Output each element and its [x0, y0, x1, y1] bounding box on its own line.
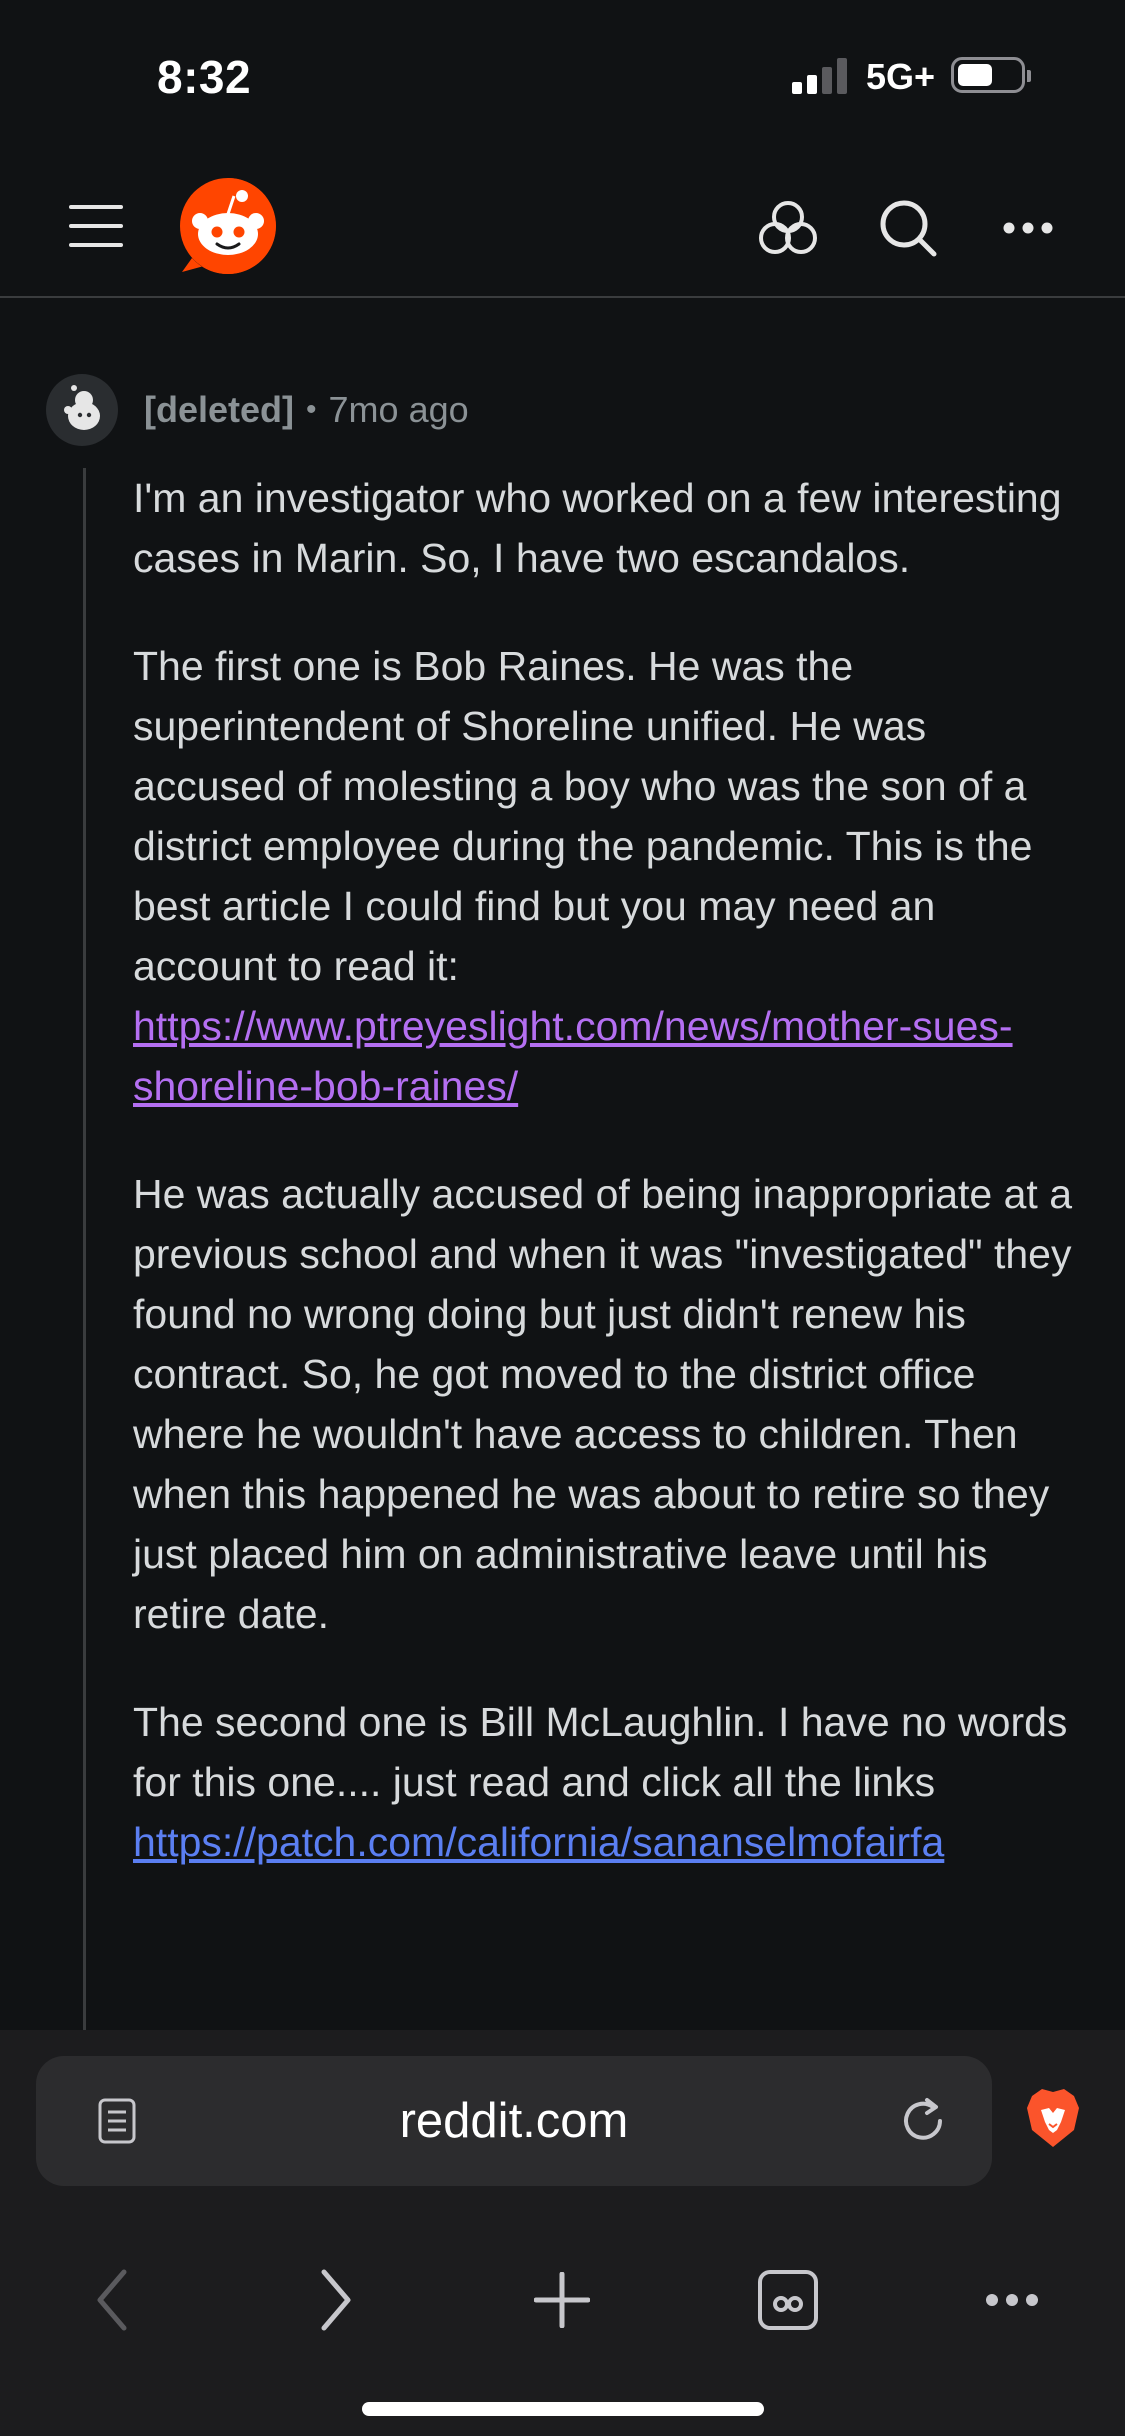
- patch-link[interactable]: https://patch.com/california/sananselmof…: [133, 1819, 944, 1865]
- search-button[interactable]: [870, 190, 946, 266]
- signal-icon: [792, 58, 852, 94]
- forward-button[interactable]: [286, 2250, 386, 2350]
- status-time: 8:32: [157, 51, 252, 103]
- meta-separator: •: [306, 393, 317, 426]
- browser-menu-button[interactable]: [962, 2250, 1062, 2350]
- comment-paragraph-with-link: The first one is Bob Raines. He was the …: [133, 636, 1081, 1116]
- search-icon: [880, 200, 937, 257]
- url-text[interactable]: reddit.com: [36, 2056, 992, 2186]
- network-type: 5G+: [866, 56, 936, 97]
- browser-toolbar: reddit.com: [0, 2030, 1125, 2436]
- more-icon: [986, 2294, 1038, 2306]
- reload-icon[interactable]: [896, 2094, 950, 2148]
- status-bar: 8:32 5G+: [0, 0, 1125, 150]
- apps-icon: [759, 201, 817, 254]
- home-indicator[interactable]: [362, 2402, 764, 2416]
- thread-line[interactable]: [83, 468, 86, 2030]
- more-button[interactable]: [990, 190, 1066, 266]
- comment-paragraph-text: The second one is Bill McLaughlin. I hav…: [133, 1699, 1068, 1805]
- comment-age: 7mo ago: [328, 389, 469, 430]
- comment-paragraph-text: The first one is Bob Raines. He was the …: [133, 643, 1033, 989]
- reader-icon[interactable]: [90, 2094, 144, 2148]
- battery-icon: [951, 57, 1031, 93]
- comment-header: [deleted] • 7mo ago: [46, 374, 469, 446]
- tabs-icon: [758, 2270, 818, 2330]
- avatar[interactable]: [46, 374, 118, 446]
- screen: 8:32 5G+ [deleted] • 7mo ago I'm an inve…: [0, 0, 1125, 2436]
- comment-paragraph: I'm an investigator who worked on a few …: [133, 475, 1062, 581]
- comment: [deleted] • 7mo ago I'm an investigator …: [0, 298, 1125, 2030]
- tabs-button[interactable]: [738, 2250, 838, 2350]
- comment-author[interactable]: [deleted]: [144, 389, 294, 431]
- chevron-left-icon: [97, 2269, 127, 2331]
- app-header: [0, 150, 1125, 298]
- chevron-right-icon: [321, 2269, 351, 2331]
- reddit-logo[interactable]: [176, 174, 280, 278]
- menu-button[interactable]: [56, 194, 136, 258]
- plus-icon: [534, 2272, 590, 2328]
- more-icon: [1003, 222, 1053, 234]
- comment-paragraph-with-link: The second one is Bill McLaughlin. I hav…: [133, 1692, 1081, 1872]
- article-link[interactable]: https://www.ptreyeslight.com/news/mother…: [133, 1003, 1013, 1109]
- brave-lion-icon[interactable]: [1024, 2086, 1082, 2150]
- nav-row: [0, 2250, 1125, 2350]
- address-bar[interactable]: reddit.com: [36, 2056, 992, 2186]
- snoo-avatar-icon: [64, 385, 100, 430]
- comment-body: I'm an investigator who worked on a few …: [133, 468, 1081, 1920]
- hamburger-icon: [69, 205, 123, 247]
- comment-paragraph: He was actually accused of being inappro…: [133, 1171, 1073, 1637]
- new-tab-button[interactable]: [512, 2250, 612, 2350]
- back-button[interactable]: [62, 2250, 162, 2350]
- apps-button[interactable]: [750, 190, 826, 266]
